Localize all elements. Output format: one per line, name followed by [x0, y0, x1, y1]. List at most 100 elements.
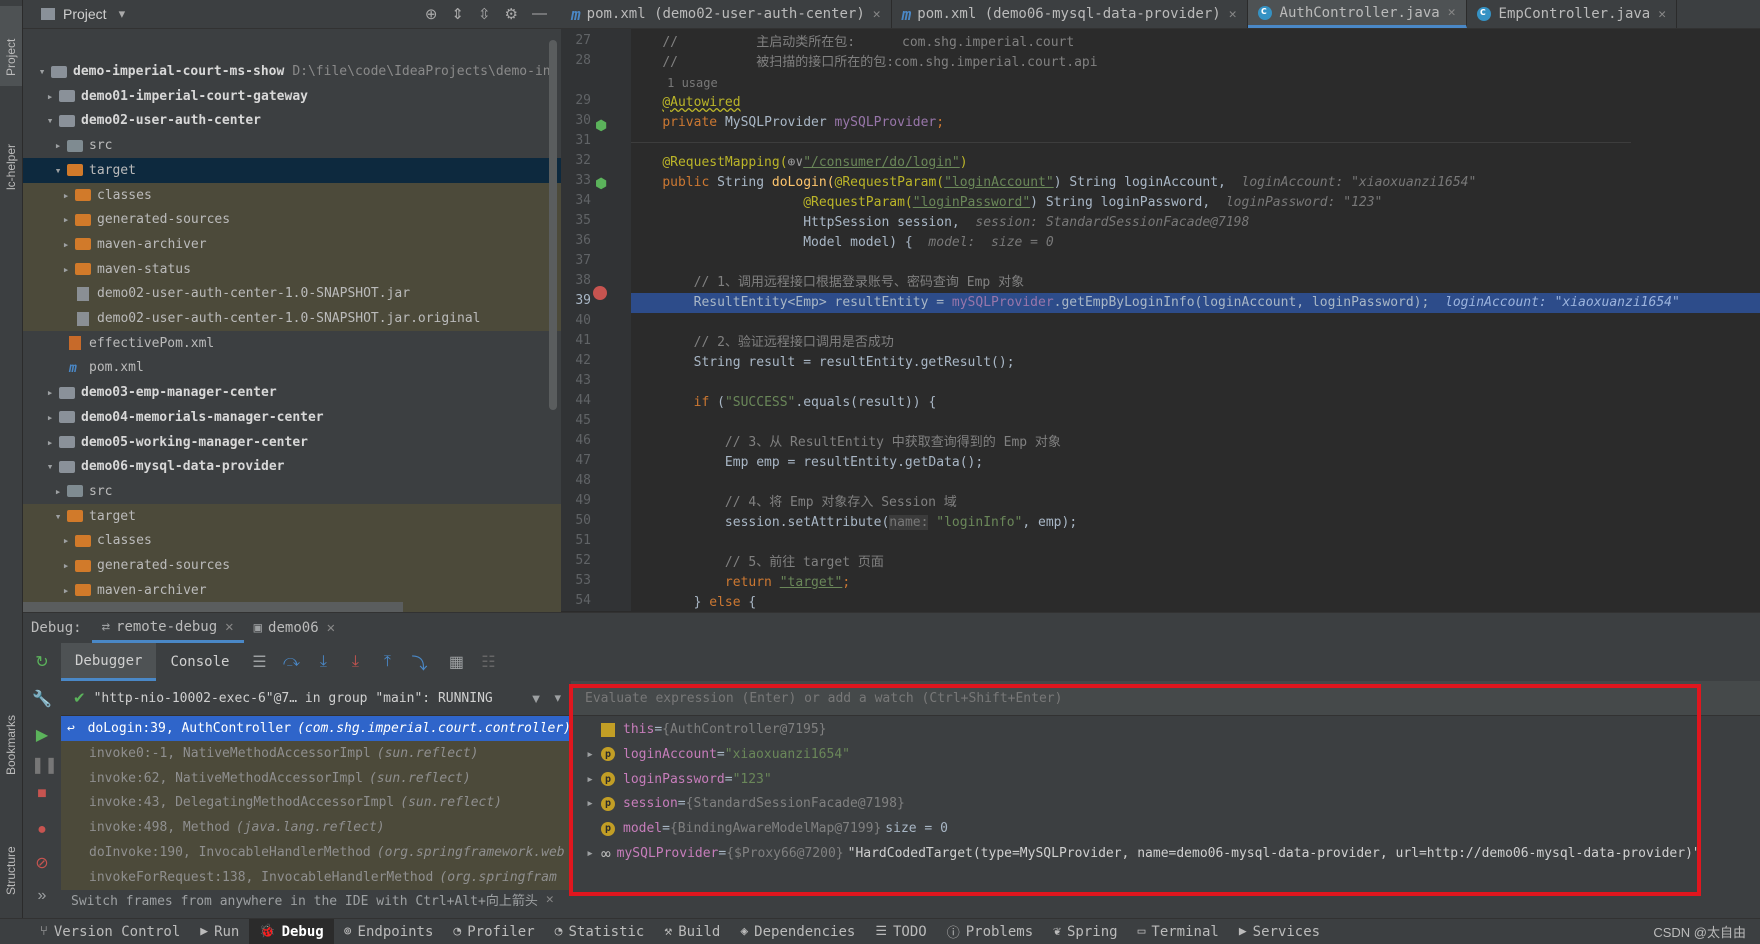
expand-arrow-icon[interactable]: ▾ — [43, 114, 57, 127]
resume-icon[interactable]: ▶ — [31, 725, 53, 747]
tree-item[interactable]: ▸ src — [23, 479, 561, 504]
tree-item[interactable]: ▸ maven-archiver — [23, 231, 561, 257]
tool-window-button[interactable]: ⚒ Build — [654, 919, 730, 944]
tool-window-button[interactable]: ⊚ Endpoints — [334, 919, 444, 944]
code-editor[interactable]: // 主启动类所在包: com.shg.imperial.court // 被扫… — [631, 29, 1760, 611]
expand-arrow-icon[interactable]: ▸ — [43, 411, 57, 424]
line-number[interactable]: 42 — [561, 353, 591, 368]
chevron-down-icon[interactable]: ▾ — [554, 690, 561, 706]
line-number[interactable]: 52 — [561, 553, 591, 568]
force-step-into-icon[interactable]: ⤓ — [344, 651, 366, 673]
expand-arrow-icon[interactable]: ▸ — [579, 772, 601, 787]
expand-arrow-icon[interactable]: ▸ — [59, 559, 73, 572]
close-icon[interactable]: ✕ — [1448, 5, 1456, 20]
close-icon[interactable]: ✕ — [1229, 7, 1237, 22]
bean-icon[interactable]: ⬢ — [595, 117, 607, 134]
variable-row[interactable]: this = {AuthController@7195} — [571, 717, 1760, 742]
menu-icon[interactable]: ☰ — [248, 651, 270, 673]
tool-window-button[interactable]: ❦ Spring — [1043, 919, 1127, 944]
tree-item[interactable]: ▸ demo05-working-manager-center — [23, 430, 561, 455]
vertical-scrollbar[interactable] — [549, 40, 557, 410]
line-number[interactable]: 45 — [561, 413, 591, 428]
tree-item[interactable]: ▸ generated-sources — [23, 207, 561, 233]
expand-arrow-icon[interactable]: ▾ — [51, 510, 65, 523]
lc-helper-tool-tab[interactable]: lc-helper — [0, 110, 22, 210]
expand-arrow-icon[interactable]: ▸ — [59, 238, 73, 251]
expand-arrow-icon[interactable]: ▸ — [59, 189, 73, 202]
expand-arrow-icon[interactable]: ▸ — [43, 386, 57, 399]
filter-icon[interactable]: ▼ — [530, 691, 543, 706]
tree-item[interactable]: ▾ demo06-mysql-data-provider — [23, 454, 561, 479]
stack-frame-row[interactable]: doInvoke:190, InvocableHandlerMethod (org… — [61, 840, 571, 865]
breakpoint-icon[interactable] — [593, 286, 607, 300]
more-icon[interactable]: » — [31, 887, 53, 909]
line-number[interactable]: 51 — [561, 533, 591, 548]
line-number[interactable]: 34 — [561, 193, 591, 208]
tree-item[interactable]: ▸ demo03-emp-manager-center — [23, 380, 561, 405]
line-number[interactable]: 30 — [561, 113, 591, 128]
tree-item[interactable]: ▸ classes — [23, 182, 561, 208]
tree-item[interactable]: ▾ target — [23, 503, 561, 529]
line-number[interactable]: 33 — [561, 173, 591, 188]
project-tool-tab[interactable]: Project — [0, 6, 22, 86]
stack-frame-row[interactable]: invoke:62, NativeMethodAccessorImpl (sun.… — [61, 765, 571, 791]
close-icon[interactable]: ✕ — [225, 619, 233, 635]
step-out-icon[interactable]: ⤒ — [376, 651, 398, 673]
collapse-all-icon[interactable]: ⇳ — [478, 5, 491, 23]
tool-window-button[interactable]: ⑂ Version Control — [30, 919, 190, 944]
expand-arrow-icon[interactable]: ▸ — [51, 139, 65, 152]
expand-arrow-icon[interactable]: ▸ — [579, 846, 601, 861]
expand-arrow-icon[interactable]: ▾ — [51, 164, 65, 177]
expand-arrow-icon[interactable]: ▸ — [579, 796, 601, 811]
expand-arrow-icon[interactable]: ▸ — [59, 534, 73, 547]
project-panel-title[interactable]: Project — [63, 6, 107, 22]
stack-frame-row[interactable]: invoke0:-1, NativeMethodAccessorImpl (sun… — [61, 740, 571, 766]
line-number[interactable]: 43 — [561, 373, 591, 388]
step-over-icon[interactable]: ⤼ — [280, 651, 302, 673]
line-number[interactable]: 50 — [561, 513, 591, 528]
line-number[interactable]: 31 — [561, 133, 591, 148]
tab-pom-demo02[interactable]: m pom.xml (demo02-user-auth-center) ✕ — [561, 0, 892, 28]
string-text[interactable]: "/consumer/do/login" — [803, 155, 960, 170]
line-number[interactable]: 36 — [561, 233, 591, 248]
line-number[interactable]: 27 — [561, 33, 591, 48]
tree-item[interactable]: effectivePom.xml — [23, 331, 561, 356]
variable-row[interactable]: ▸ p loginPassword = "123" — [571, 767, 1760, 792]
line-number[interactable]: 48 — [561, 473, 591, 488]
tree-item[interactable]: ▸ maven-archiver — [23, 577, 561, 603]
horizontal-scrollbar[interactable] — [23, 602, 403, 612]
expand-arrow-icon[interactable]: ▸ — [43, 436, 57, 449]
tab-pom-demo06[interactable]: m pom.xml (demo06-mysql-data-provider) ✕ — [892, 0, 1248, 28]
gear-icon[interactable]: ⚙ — [505, 5, 518, 23]
stack-frame-row[interactable]: ↩ doLogin:39, AuthController (com.shg.impe… — [61, 716, 571, 741]
evaluate-expression-input[interactable]: Evaluate expression (Enter) or add a wat… — [571, 681, 1760, 716]
tool-window-button[interactable]: ⓘ Problems — [937, 919, 1043, 944]
tree-item[interactable]: demo02-user-auth-center-1.0-SNAPSHOT.jar… — [23, 306, 561, 331]
line-number[interactable]: 49 — [561, 493, 591, 508]
tree-item[interactable]: demo02-user-auth-center-1.0-SNAPSHOT.jar — [23, 281, 561, 307]
locate-icon[interactable]: ⊕ — [425, 5, 438, 23]
tree-item[interactable]: ▸ src — [23, 133, 561, 158]
rerun-icon[interactable]: ↻ — [23, 643, 61, 681]
line-number[interactable]: 28 — [561, 53, 591, 68]
step-into-icon[interactable]: ⤓ — [312, 651, 334, 673]
tree-item[interactable]: ▸ maven-status — [23, 256, 561, 282]
tool-window-button[interactable]: ▭ Terminal — [1128, 919, 1229, 944]
endpoint-icon[interactable]: ⊕∨ — [788, 155, 804, 170]
tool-window-button[interactable]: ◈ Dependencies — [730, 919, 865, 944]
usage-hint[interactable]: 1 usage — [631, 73, 1760, 93]
close-icon[interactable]: ✕ — [873, 7, 881, 22]
line-number[interactable]: 29 — [561, 93, 591, 108]
stack-frame-row[interactable]: invoke:43, DelegatingMethodAccessorImpl (… — [61, 790, 571, 816]
line-number[interactable]: 44 — [561, 393, 591, 408]
expand-arrow-icon[interactable]: ▸ — [43, 90, 57, 103]
line-number[interactable]: 37 — [561, 253, 591, 268]
close-icon[interactable]: ✕ — [1658, 7, 1666, 22]
line-number[interactable]: 40 — [561, 313, 591, 328]
close-icon[interactable]: ✕ — [546, 892, 554, 907]
line-number[interactable]: 47 — [561, 453, 591, 468]
wrench-icon[interactable]: 🔧 — [31, 689, 53, 711]
debug-session-tab-demo06[interactable]: ▣ demo06 ✕ — [244, 613, 345, 643]
line-number[interactable]: 41 — [561, 333, 591, 348]
expand-arrow-icon[interactable]: ▸ — [59, 263, 73, 276]
